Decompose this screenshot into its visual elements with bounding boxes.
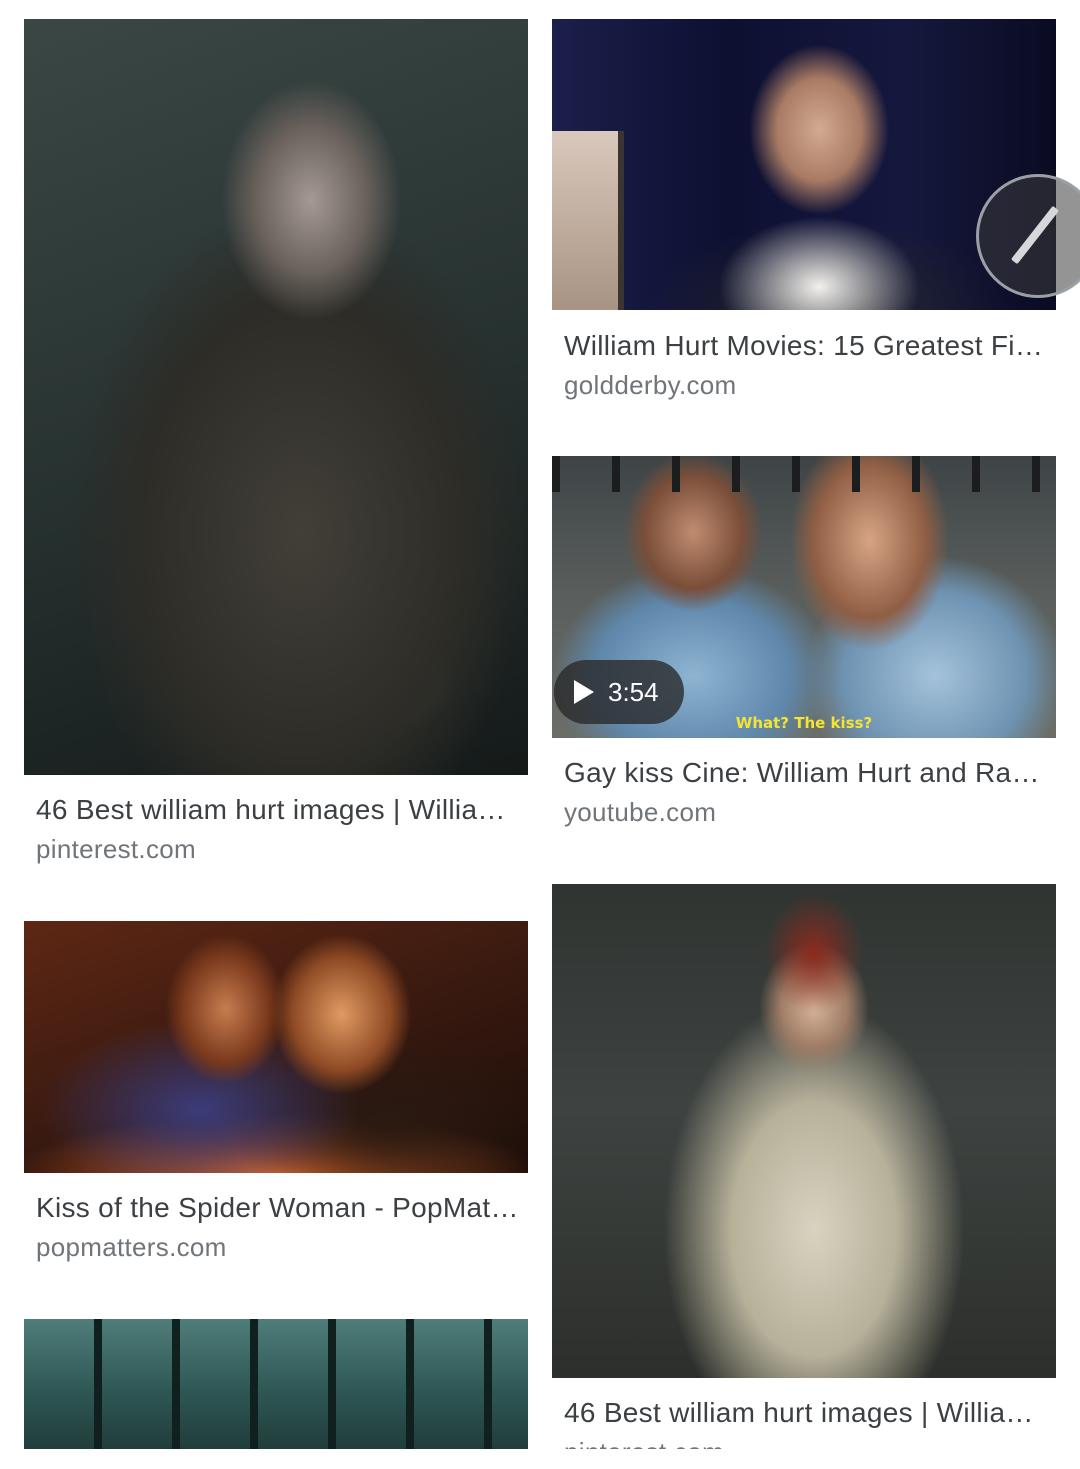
result-title-4[interactable]: Kiss of the Spider Woman - PopMatters (36, 1191, 520, 1225)
result-image-4[interactable] (24, 921, 528, 1173)
background-frame (552, 131, 624, 310)
result-title-1[interactable]: 46 Best william hurt images | William Hu… (36, 793, 520, 827)
result-card-5[interactable]: 46 Best william hurt images | William Hu… (552, 884, 1056, 1469)
result-card-4[interactable]: Kiss of the Spider Woman - PopMatters po… (24, 921, 528, 1271)
result-title-3[interactable]: Gay kiss Cine: William Hurt and Raul Jul… (564, 756, 1048, 790)
result-source-2[interactable]: goldderby.com (564, 369, 1048, 401)
result-image-2[interactable] (552, 19, 1056, 310)
play-icon (574, 680, 594, 704)
result-source-3[interactable]: youtube.com (564, 796, 1048, 828)
result-source-4[interactable]: popmatters.com (36, 1231, 520, 1263)
result-card-1[interactable]: 46 Best william hurt images | William Hu… (24, 19, 528, 869)
cell-bars (552, 456, 1056, 492)
result-image-3[interactable]: What? The kiss? 3:54 (552, 456, 1056, 738)
result-title-2[interactable]: William Hurt Movies: 15 Greatest Films (564, 329, 1048, 363)
result-title-5[interactable]: 46 Best william hurt images | William Hu… (564, 1396, 1048, 1430)
result-image-6[interactable] (24, 1319, 528, 1469)
pencil-icon (1010, 205, 1060, 265)
result-image-5[interactable] (552, 884, 1056, 1378)
result-card-3[interactable]: What? The kiss? 3:54 Gay kiss Cine: Will… (552, 456, 1056, 836)
result-image-1[interactable] (24, 19, 528, 775)
video-duration: 3:54 (608, 676, 659, 707)
bottom-edge (0, 1449, 1080, 1469)
result-card-6[interactable] (24, 1319, 528, 1469)
result-source-1[interactable]: pinterest.com (36, 833, 520, 865)
video-duration-badge[interactable]: 3:54 (554, 660, 684, 724)
